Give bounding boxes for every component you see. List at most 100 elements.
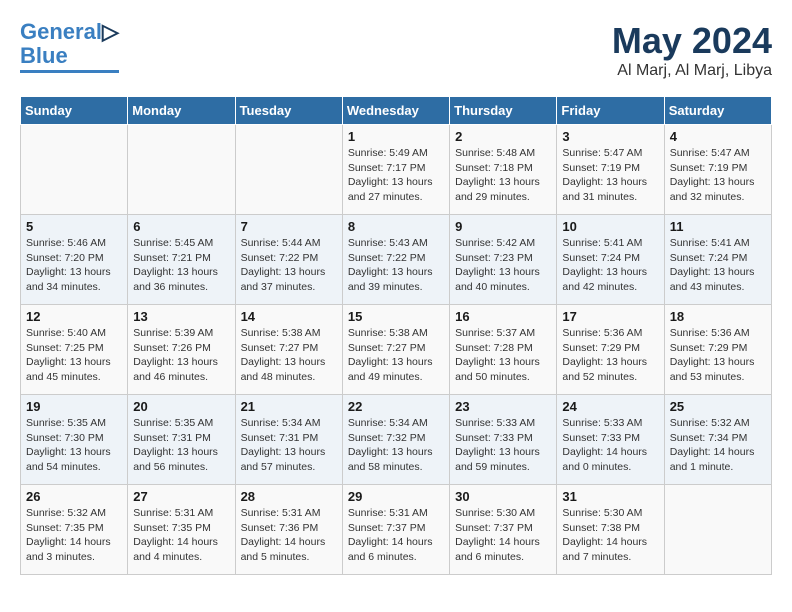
calendar-cell: 12Sunrise: 5:40 AMSunset: 7:25 PMDayligh… xyxy=(21,305,128,395)
day-info: Sunrise: 5:38 AMSunset: 7:27 PMDaylight:… xyxy=(241,326,337,385)
day-info: Sunrise: 5:46 AMSunset: 7:20 PMDaylight:… xyxy=(26,236,122,295)
day-info: Sunrise: 5:30 AMSunset: 7:37 PMDaylight:… xyxy=(455,506,551,565)
day-info: Sunrise: 5:33 AMSunset: 7:33 PMDaylight:… xyxy=(455,416,551,475)
day-info: Sunrise: 5:31 AMSunset: 7:36 PMDaylight:… xyxy=(241,506,337,565)
calendar-cell: 24 Sunrise: 5:33 AMSunset: 7:33 PMDayligh… xyxy=(557,395,664,485)
calendar-cell: 7 Sunrise: 5:44 AMSunset: 7:22 PMDaylight… xyxy=(235,215,342,305)
header-wednesday: Wednesday xyxy=(342,97,449,125)
day-info: Sunrise: 5:36 AMSunset: 7:29 PMDaylight:… xyxy=(562,326,658,385)
calendar-cell: 19Sunrise: 5:35 AMSunset: 7:30 PMDayligh… xyxy=(21,395,128,485)
week-row-2: 12Sunrise: 5:40 AMSunset: 7:25 PMDayligh… xyxy=(21,305,772,395)
day-number: 3 xyxy=(562,129,658,144)
header-monday: Monday xyxy=(128,97,235,125)
day-info: Sunrise: 5:44 AMSunset: 7:22 PMDaylight:… xyxy=(241,236,337,295)
day-info: Sunrise: 5:33 AMSunset: 7:33 PMDaylight:… xyxy=(562,416,658,475)
day-info: Sunrise: 5:42 AMSunset: 7:23 PMDaylight:… xyxy=(455,236,551,295)
page-header: General▷ Blue May 2024 Al Marj, Al Marj,… xyxy=(20,20,772,80)
day-info: Sunrise: 5:35 AMSunset: 7:30 PMDaylight:… xyxy=(26,416,122,475)
week-row-0: 1 Sunrise: 5:49 AMSunset: 7:17 PMDaylight… xyxy=(21,125,772,215)
day-number: 2 xyxy=(455,129,551,144)
day-info: Sunrise: 5:43 AMSunset: 7:22 PMDaylight:… xyxy=(348,236,444,295)
day-number: 18 xyxy=(670,309,766,324)
day-number: 8 xyxy=(348,219,444,234)
location-title: Al Marj, Al Marj, Libya xyxy=(612,62,772,80)
day-number: 26 xyxy=(26,489,122,504)
calendar-cell: 22Sunrise: 5:34 AMSunset: 7:32 PMDayligh… xyxy=(342,395,449,485)
day-info: Sunrise: 5:48 AMSunset: 7:18 PMDaylight:… xyxy=(455,146,551,205)
calendar-cell xyxy=(21,125,128,215)
day-number: 31 xyxy=(562,489,658,504)
day-number: 1 xyxy=(348,129,444,144)
calendar-cell xyxy=(664,485,771,575)
day-number: 24 xyxy=(562,399,658,414)
calendar-table: SundayMondayTuesdayWednesdayThursdayFrid… xyxy=(20,96,772,575)
day-number: 25 xyxy=(670,399,766,414)
day-number: 6 xyxy=(133,219,229,234)
calendar-cell: 17 Sunrise: 5:36 AMSunset: 7:29 PMDayligh… xyxy=(557,305,664,395)
calendar-cell: 6Sunrise: 5:45 AMSunset: 7:21 PMDaylight… xyxy=(128,215,235,305)
day-number: 14 xyxy=(241,309,337,324)
day-number: 21 xyxy=(241,399,337,414)
day-info: Sunrise: 5:41 AMSunset: 7:24 PMDaylight:… xyxy=(670,236,766,295)
header-saturday: Saturday xyxy=(664,97,771,125)
day-info: Sunrise: 5:34 AMSunset: 7:32 PMDaylight:… xyxy=(348,416,444,475)
day-number: 17 xyxy=(562,309,658,324)
day-number: 20 xyxy=(133,399,229,414)
day-info: Sunrise: 5:39 AMSunset: 7:26 PMDaylight:… xyxy=(133,326,229,385)
calendar-cell: 9 Sunrise: 5:42 AMSunset: 7:23 PMDaylight… xyxy=(450,215,557,305)
calendar-cell: 18 Sunrise: 5:36 AMSunset: 7:29 PMDayligh… xyxy=(664,305,771,395)
month-title: May 2024 xyxy=(612,20,772,62)
day-info: Sunrise: 5:38 AMSunset: 7:27 PMDaylight:… xyxy=(348,326,444,385)
calendar-cell: 30Sunrise: 5:30 AMSunset: 7:37 PMDayligh… xyxy=(450,485,557,575)
day-number: 23 xyxy=(455,399,551,414)
calendar-cell: 25Sunrise: 5:32 AMSunset: 7:34 PMDayligh… xyxy=(664,395,771,485)
calendar-cell: 11 Sunrise: 5:41 AMSunset: 7:24 PMDayligh… xyxy=(664,215,771,305)
day-info: Sunrise: 5:47 AMSunset: 7:19 PMDaylight:… xyxy=(670,146,766,205)
day-number: 7 xyxy=(241,219,337,234)
day-number: 29 xyxy=(348,489,444,504)
day-info: Sunrise: 5:37 AMSunset: 7:28 PMDaylight:… xyxy=(455,326,551,385)
calendar-cell: 13 Sunrise: 5:39 AMSunset: 7:26 PMDayligh… xyxy=(128,305,235,395)
day-number: 12 xyxy=(26,309,122,324)
day-info: Sunrise: 5:41 AMSunset: 7:24 PMDaylight:… xyxy=(562,236,658,295)
calendar-cell: 2 Sunrise: 5:48 AMSunset: 7:18 PMDaylight… xyxy=(450,125,557,215)
day-number: 13 xyxy=(133,309,229,324)
calendar-cell: 4 Sunrise: 5:47 AMSunset: 7:19 PMDaylight… xyxy=(664,125,771,215)
day-number: 4 xyxy=(670,129,766,144)
calendar-cell: 8 Sunrise: 5:43 AMSunset: 7:22 PMDaylight… xyxy=(342,215,449,305)
header-thursday: Thursday xyxy=(450,97,557,125)
calendar-cell: 15 Sunrise: 5:38 AMSunset: 7:27 PMDayligh… xyxy=(342,305,449,395)
calendar-cell: 28Sunrise: 5:31 AMSunset: 7:36 PMDayligh… xyxy=(235,485,342,575)
day-info: Sunrise: 5:34 AMSunset: 7:31 PMDaylight:… xyxy=(241,416,337,475)
day-number: 11 xyxy=(670,219,766,234)
day-info: Sunrise: 5:49 AMSunset: 7:17 PMDaylight:… xyxy=(348,146,444,205)
day-info: Sunrise: 5:36 AMSunset: 7:29 PMDaylight:… xyxy=(670,326,766,385)
day-number: 16 xyxy=(455,309,551,324)
calendar-cell: 21 Sunrise: 5:34 AMSunset: 7:31 PMDayligh… xyxy=(235,395,342,485)
logo-underline xyxy=(20,70,119,73)
calendar-cell: 31 Sunrise: 5:30 AMSunset: 7:38 PMDayligh… xyxy=(557,485,664,575)
day-info: Sunrise: 5:31 AMSunset: 7:37 PMDaylight:… xyxy=(348,506,444,565)
day-info: Sunrise: 5:31 AMSunset: 7:35 PMDaylight:… xyxy=(133,506,229,565)
week-row-1: 5 Sunrise: 5:46 AMSunset: 7:20 PMDaylight… xyxy=(21,215,772,305)
header-tuesday: Tuesday xyxy=(235,97,342,125)
day-number: 9 xyxy=(455,219,551,234)
logo: General▷ Blue xyxy=(20,20,119,73)
day-number: 15 xyxy=(348,309,444,324)
calendar-cell: 27Sunrise: 5:31 AMSunset: 7:35 PMDayligh… xyxy=(128,485,235,575)
calendar-cell: 23 Sunrise: 5:33 AMSunset: 7:33 PMDayligh… xyxy=(450,395,557,485)
day-number: 5 xyxy=(26,219,122,234)
title-block: May 2024 Al Marj, Al Marj, Libya xyxy=(612,20,772,80)
logo-general: General xyxy=(20,19,102,44)
day-number: 10 xyxy=(562,219,658,234)
week-row-3: 19Sunrise: 5:35 AMSunset: 7:30 PMDayligh… xyxy=(21,395,772,485)
day-info: Sunrise: 5:32 AMSunset: 7:35 PMDaylight:… xyxy=(26,506,122,565)
logo-text: General▷ Blue xyxy=(20,20,119,68)
header-row: SundayMondayTuesdayWednesdayThursdayFrid… xyxy=(21,97,772,125)
calendar-cell: 5 Sunrise: 5:46 AMSunset: 7:20 PMDaylight… xyxy=(21,215,128,305)
header-sunday: Sunday xyxy=(21,97,128,125)
calendar-cell: 20Sunrise: 5:35 AMSunset: 7:31 PMDayligh… xyxy=(128,395,235,485)
day-info: Sunrise: 5:30 AMSunset: 7:38 PMDaylight:… xyxy=(562,506,658,565)
calendar-cell: 3Sunrise: 5:47 AMSunset: 7:19 PMDaylight… xyxy=(557,125,664,215)
week-row-4: 26 Sunrise: 5:32 AMSunset: 7:35 PMDayligh… xyxy=(21,485,772,575)
